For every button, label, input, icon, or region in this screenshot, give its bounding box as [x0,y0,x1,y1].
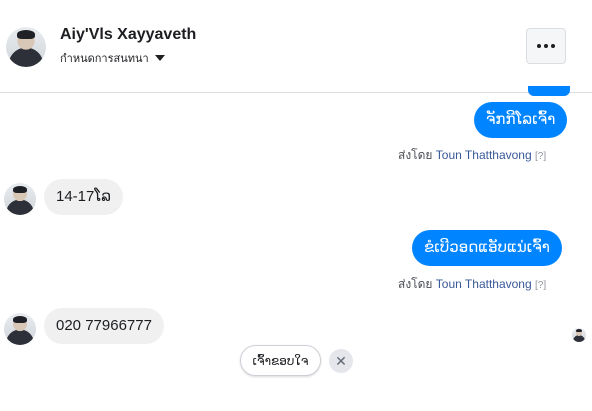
sender-avatar[interactable] [4,183,36,215]
conversation-settings-dropdown[interactable]: กำหนดการสนทนา [60,49,165,67]
sent-by-prefix: ส่งโดย [398,277,433,291]
close-icon[interactable]: ✕ [329,349,353,373]
conversation-header: Aiy'Vls Xayyaveth กำหนดการสนทนา [0,0,592,93]
incoming-message[interactable]: 020 77966777 [44,308,164,344]
help-link[interactable]: [?] [535,151,546,162]
contact-avatar[interactable] [6,27,46,67]
outgoing-message[interactable]: ຈັກກີໂລເຈົ້າ [474,102,568,138]
more-horizontal-icon [537,44,555,48]
more-options-button[interactable] [526,28,566,64]
contact-name[interactable]: Aiy'Vls Xayyaveth [60,26,196,44]
read-receipt-avatar [572,328,586,342]
quick-reply-chip[interactable]: ເຈົ້າຂອບໃຈ [240,345,321,376]
caret-down-icon [154,55,165,61]
sender-name-link[interactable]: Toun Thatthavong [436,148,532,162]
sent-by-prefix: ส่งโดย [398,148,433,162]
incoming-message[interactable]: 14-17ໂລ [44,179,124,215]
previous-message-bubble-edge [528,86,570,96]
sent-by-line: ส่งโดย Toun Thatthavong [?] [398,275,546,294]
sender-avatar[interactable] [4,313,36,345]
conversation-settings-label: กำหนดการสนทนา [60,53,149,65]
outgoing-message[interactable]: ຂໍເບີວອດແອັບແນ່ເຈົ້າ [412,230,562,266]
help-link[interactable]: [?] [535,280,546,291]
sent-by-line: ส่งโดย Toun Thatthavong [?] [398,146,546,165]
sender-name-link[interactable]: Toun Thatthavong [436,277,532,291]
